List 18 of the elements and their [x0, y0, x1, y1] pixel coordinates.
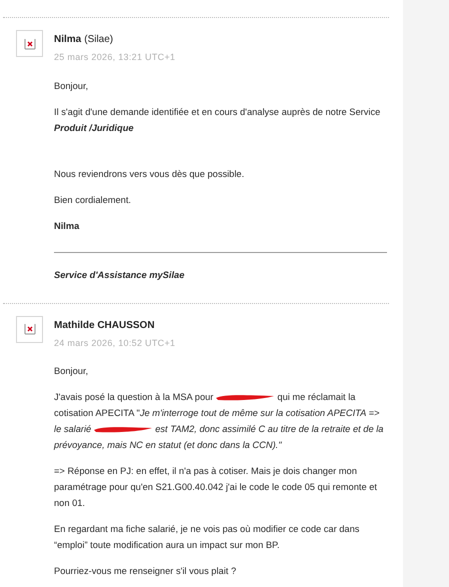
- signature-name: Nilma: [54, 220, 80, 232]
- message-paragraph: => Réponse en PJ: en effet, il n'a pas à cotiser. Mais je dois changer mon paramétrage pour qu'en S21.G00.40.042 j'ai le code le code 05 qui remonte et non 01.: [54, 465, 378, 510]
- author-affiliation: (Silae): [84, 34, 114, 45]
- message-paragraph: Bonjour,: [54, 80, 90, 93]
- message-paragraph: Bonjour,: [54, 365, 90, 378]
- message-paragraph: Nous reviendrons vers vous dès que possible.: [54, 168, 246, 181]
- message-paragraph: Pourriez-vous me renseigner s'il vous plait ?: [54, 565, 238, 578]
- message-paragraph: En regardant ma fiche salarié, je ne vois pas où modifier ce code car dans “emploi” toute modification aura un impact sur mon BP.: [54, 523, 360, 552]
- message-paragraph: Il s'agit d'une demande identifiée et en cours d'analyse auprès de notre Service Produit /Juridique: [54, 106, 382, 135]
- broken-image-icon: [24, 38, 36, 50]
- message-paragraph: Bien cordialement.: [54, 194, 132, 206]
- signature-service: Service d'Assistance mySilae: [54, 268, 186, 282]
- message-paragraph: J'avais posé la question à la MSA pour qui me réclamait la cotisation APECITA "Je m'interroge tout de même sur la cotisation APECITA => le salarié est TAM2, donc assimilé C au titre de la retraite et de la prévoyance, mais NC en statut (et donc dans la CCN).": [54, 391, 384, 452]
- author-name: Mathilde CHAUSSON: [54, 320, 155, 330]
- message-date: 24 mars 2026, 10:52 UTC+1: [54, 336, 176, 350]
- broken-image-icon: [24, 323, 36, 335]
- message-date: 25 mars 2026, 13:21 UTC+1: [54, 51, 176, 64]
- author-name: Nilma: [54, 34, 82, 45]
